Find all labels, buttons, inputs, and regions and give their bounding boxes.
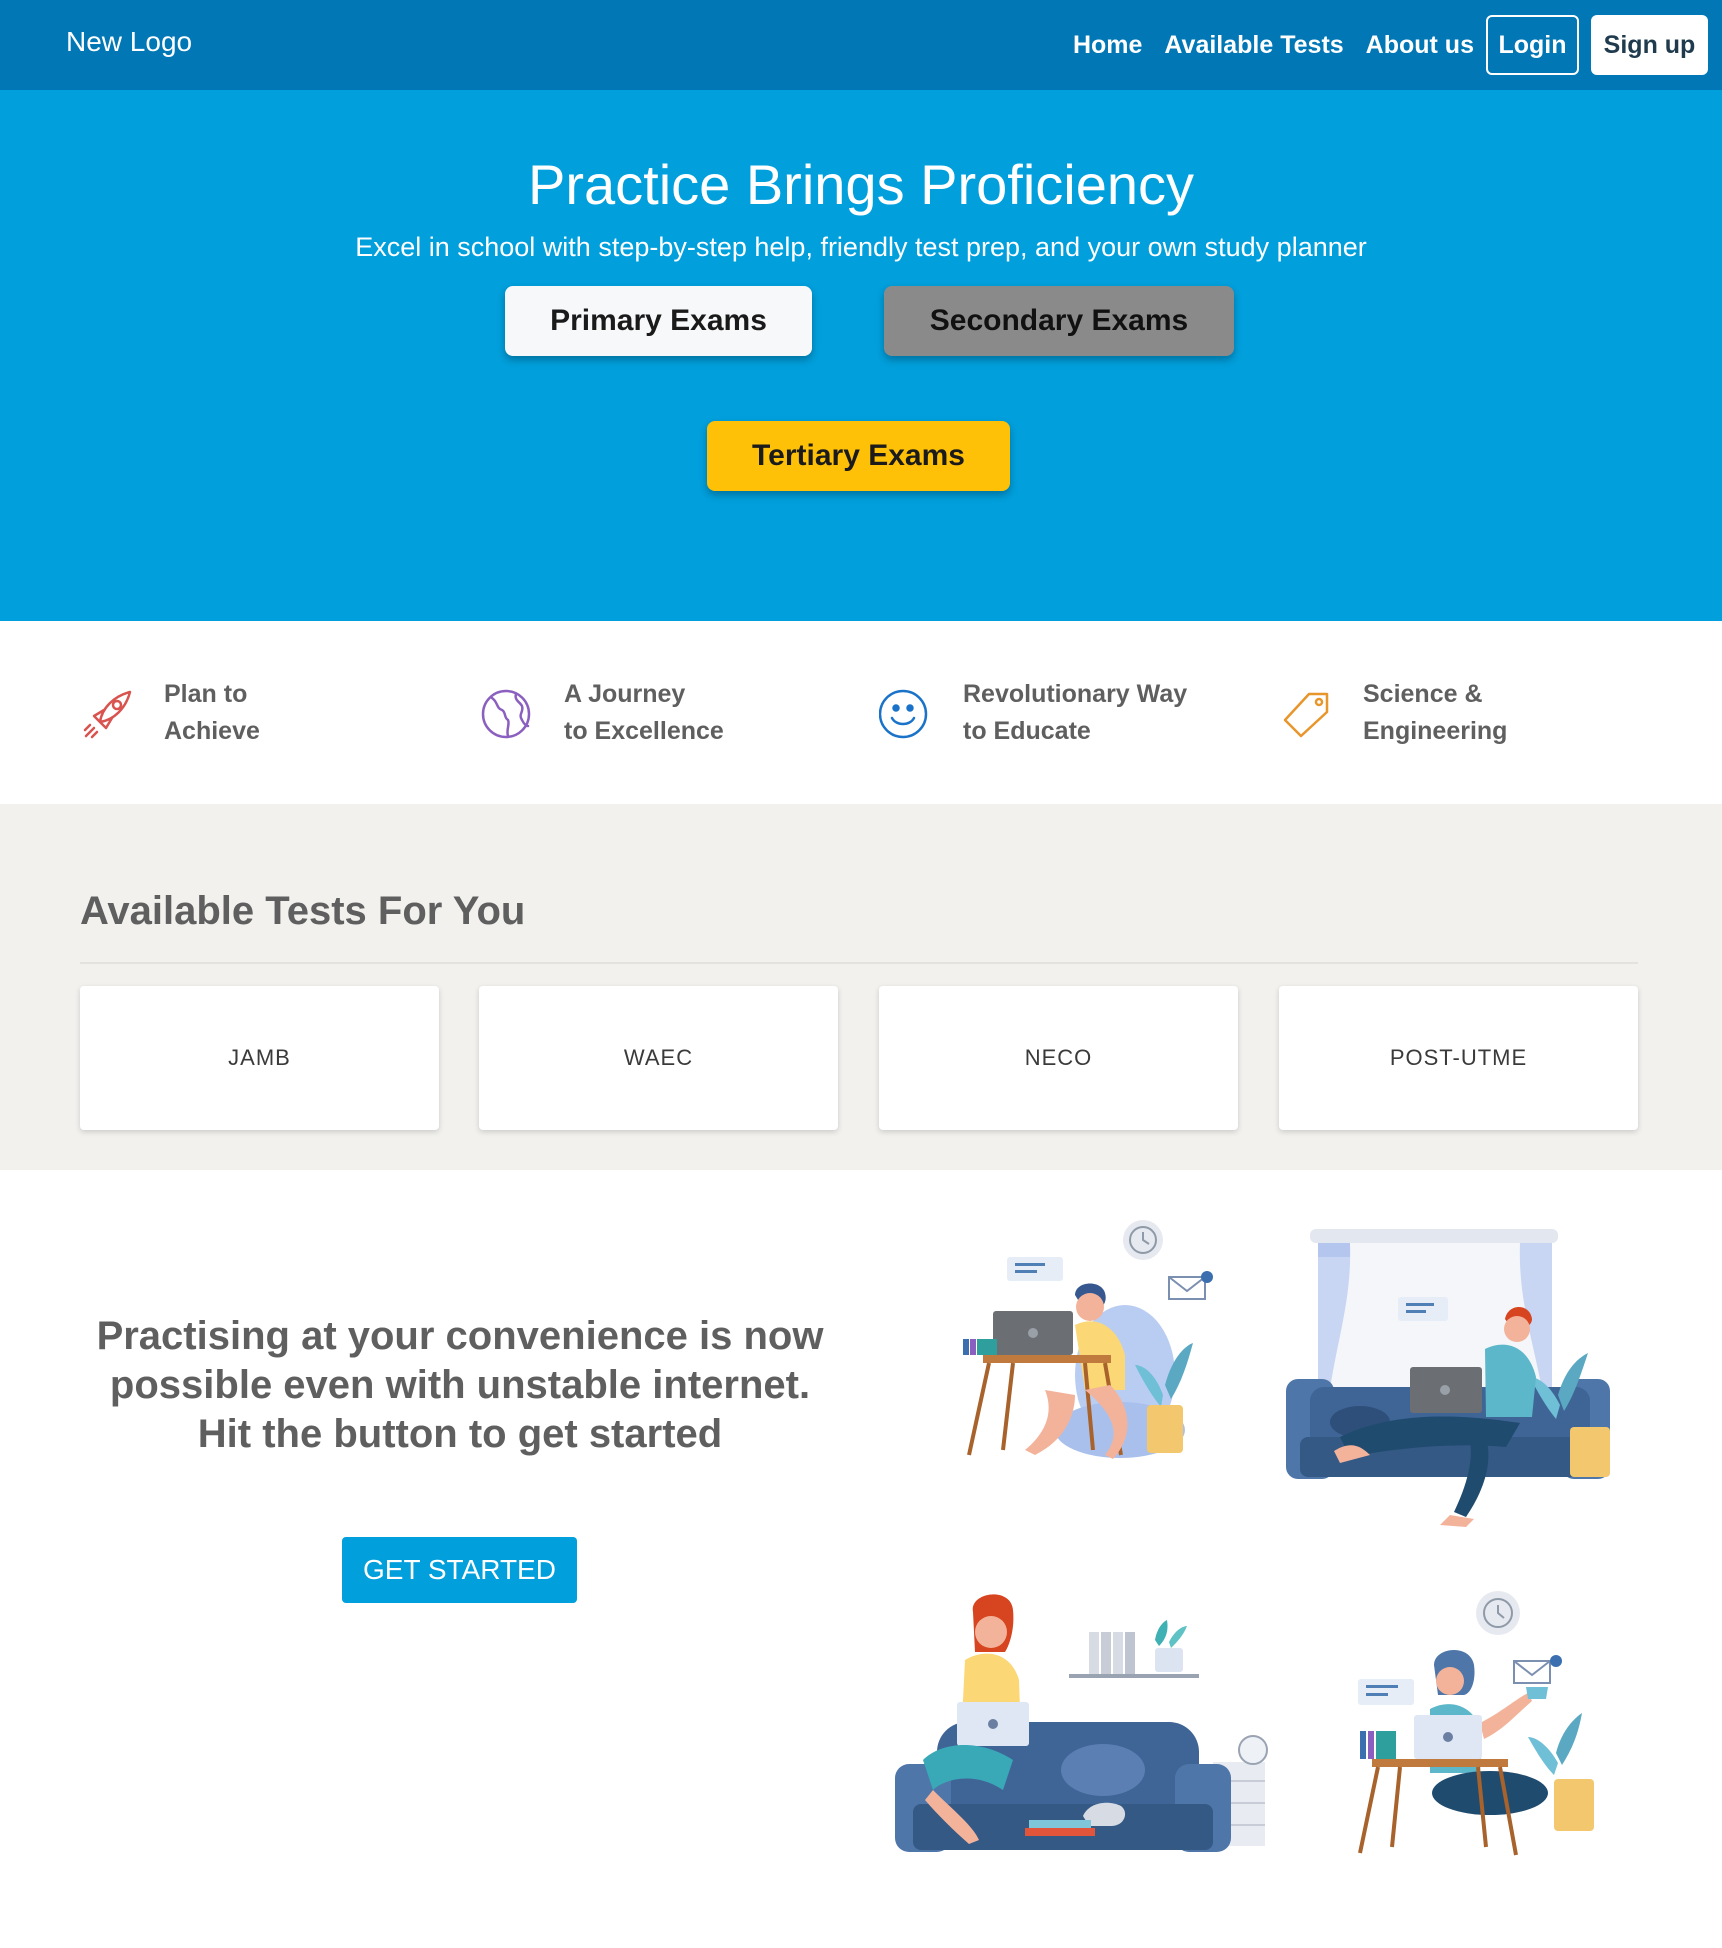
illustration-desk-cup [1358,1591,1594,1856]
feature-revolutionary: Revolutionary Way to Educate [879,676,1239,756]
feature-science: Science & Engineering [1279,676,1639,756]
rocket-icon [83,690,132,739]
feature-science-text: Science & Engineering [1363,676,1623,750]
hero-section: Practice Brings Proficiency Excel in sch… [0,90,1722,621]
get-started-button[interactable]: GET STARTED [342,1537,577,1603]
feature-science-line2: Engineering [1363,717,1508,745]
secondary-exams-button[interactable]: Secondary Exams [884,286,1234,356]
feature-plan-line1: Plan to [164,680,248,708]
promo-line2: possible even with unstable internet. [109,1363,811,1407]
available-tests-title: Available Tests For You [80,889,526,933]
feature-plan-text: Plan to Achieve [164,676,424,750]
feature-journey-text: A Journey to Excellence [564,676,824,750]
promo-line1: Practising at your convenience is now [96,1314,824,1358]
promo-section: Practising at your convenience is now po… [0,1170,1722,1948]
nav-links: Home Available Tests About us Login Sign… [1073,0,1722,90]
feature-science-line1: Science & [1363,680,1483,708]
feature-journey-line1: A Journey [564,680,686,708]
test-card-jamb[interactable]: JAMB [80,986,439,1130]
available-tests-section: Available Tests For You JAMB WAEC NECO P… [0,804,1722,1170]
illustration-sofa-cat [895,1594,1268,1852]
signup-button[interactable]: Sign up [1591,15,1708,75]
promo-line3: Hit the button to get started [197,1412,723,1456]
test-card-neco[interactable]: NECO [879,986,1238,1130]
feature-journey-line2: to Excellence [564,717,724,745]
divider [80,962,1638,964]
feature-revolutionary-line2: to Educate [963,717,1091,745]
feature-revolutionary-line1: Revolutionary Way [963,680,1188,708]
promo-text: Practising at your convenience is now po… [80,1312,840,1459]
tertiary-exams-button[interactable]: Tertiary Exams [707,421,1010,491]
nav-home-link[interactable]: Home [1073,31,1142,60]
smiley-icon [879,689,928,739]
illustration-desk-beanbag [963,1220,1213,1459]
login-button[interactable]: Login [1486,15,1579,75]
test-card-waec[interactable]: WAEC [479,986,838,1130]
globe-icon [481,689,531,739]
logo[interactable]: New Logo [66,26,192,58]
hero-subtitle: Excel in school with step-by-step help, … [355,232,1367,262]
primary-exams-button[interactable]: Primary Exams [505,286,812,356]
nav-about-link[interactable]: About us [1366,31,1474,60]
hero-title: Practice Brings Proficiency [527,153,1194,216]
feature-plan-line2: Achieve [164,717,260,745]
tag-icon [1283,692,1329,738]
feature-plan: Plan to Achieve [80,676,440,756]
feature-journey: A Journey to Excellence [480,676,840,756]
features-section: Plan to Achieve A Journey to Excellence [0,621,1722,804]
nav-available-tests-link[interactable]: Available Tests [1164,31,1343,60]
navbar: New Logo Home Available Tests About us L… [0,0,1722,90]
feature-revolutionary-text: Revolutionary Way to Educate [963,676,1223,750]
test-card-post-utme[interactable]: POST-UTME [1279,986,1638,1130]
illustration-sofa-window [1286,1229,1610,1527]
